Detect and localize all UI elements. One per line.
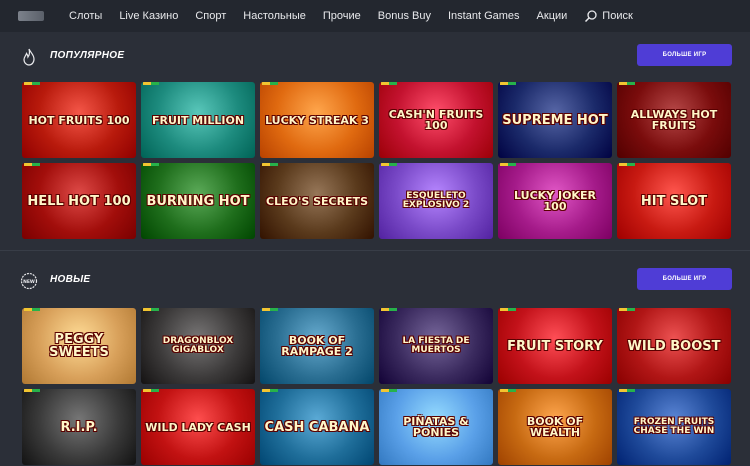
more-games-button-new[interactable]: БОЛЬШЕ ИГР [637,268,732,290]
new-badge-icon: NEW [20,272,38,290]
game-provider-badge [619,163,635,166]
game-provider-badge [262,82,278,85]
game-title: Peggy Sweets [49,332,109,360]
flame-icon [23,48,35,66]
game-title: Cleo's Secrets [266,194,368,208]
game-tile-fruit-story[interactable]: Fruit Story [498,308,612,384]
game-provider-badge [619,82,635,85]
game-provider-badge [381,308,397,311]
game-title: Lucky Streak 3 [265,113,369,127]
game-provider-badge [24,308,40,311]
more-games-button-popular[interactable]: БОЛЬШЕ ИГР [637,44,732,66]
nav-item-live-casino[interactable]: Live Казино [119,10,178,22]
game-provider-badge [24,82,40,85]
game-title: Dragonblox Gigablox [162,336,234,355]
game-title: Burning Hot [146,193,250,209]
game-tile-hell-hot-100[interactable]: Hell Hot 100 [22,163,136,239]
top-navigation: Слоты Live Казино Спорт Настольные Прочи… [0,0,750,32]
search-label: Поиск [602,10,633,22]
game-tile-pi-atas-ponies[interactable]: Piñatas & Ponies [379,389,493,465]
game-title: Frozen Fruits Chase the Win [633,417,715,436]
game-provider-badge [24,163,40,166]
game-tile-esqueleto-explosivo-2[interactable]: Esqueleto Explosivo 2 [379,163,493,239]
nav-item-table-games[interactable]: Настольные [243,10,306,22]
game-title: Hit Slot [640,193,708,209]
nav-item-promotions[interactable]: Акции [537,10,568,22]
game-provider-badge [262,389,278,392]
section-title-new: НОВЫЕ [50,274,91,285]
game-title: R.I.P. [60,419,98,435]
section-divider [0,250,750,251]
game-provider-badge [262,163,278,166]
game-title: Cash'n Fruits 100 [388,108,484,132]
game-tile-r-i-p[interactable]: R.I.P. [22,389,136,465]
search-icon [585,10,597,23]
game-title: Allways Hot Fruits [630,108,718,132]
game-tile-cleo-s-secrets[interactable]: Cleo's Secrets [260,163,374,239]
game-title: Book of Rampage 2 [281,334,353,358]
game-title: Piñatas & Ponies [403,415,469,439]
game-provider-badge [143,163,159,166]
game-title: Fruit Story [507,338,603,354]
game-title: Book of Wealth [526,415,584,439]
game-tile-frozen-fruits-chase-the-win[interactable]: Frozen Fruits Chase the Win [617,389,731,465]
game-tile-allways-hot-fruits[interactable]: Allways Hot Fruits [617,82,731,158]
new-section-header: NEW НОВЫЕ БОЛЬШЕ ИГР [20,268,732,296]
game-tile-la-fiesta-de-muertos[interactable]: La Fiesta de Muertos [379,308,493,384]
game-tile-lucky-joker-100[interactable]: Lucky Joker 100 [498,163,612,239]
site-logo[interactable] [18,11,44,21]
new-games-grid: Peggy Sweets Dragonblox Gigablox Book of R… [22,308,736,465]
game-provider-badge [500,82,516,85]
game-tile-dragonblox-gigablox[interactable]: Dragonblox Gigablox [141,308,255,384]
game-tile-supreme-hot[interactable]: Supreme Hot [498,82,612,158]
game-title: Fruit Million [151,113,245,127]
game-tile-burning-hot[interactable]: Burning Hot [141,163,255,239]
nav-item-sport[interactable]: Спорт [195,10,226,22]
game-provider-badge [381,163,397,166]
game-title: Lucky Joker 100 [514,189,596,213]
nav-item-bonus-buy[interactable]: Bonus Buy [378,10,431,22]
game-tile-peggy-sweets[interactable]: Peggy Sweets [22,308,136,384]
nav-item-other[interactable]: Прочие [323,10,361,22]
game-title: La Fiesta de Muertos [402,336,470,355]
search-button[interactable]: Поиск [584,9,633,23]
game-provider-badge [500,163,516,166]
game-title: Esqueleto Explosivo 2 [402,191,470,210]
svg-text:NEW: NEW [23,279,35,285]
game-provider-badge [381,82,397,85]
game-tile-hot-fruits-100[interactable]: Hot Fruits 100 [22,82,136,158]
game-title: Cash Cabana [264,419,370,435]
game-tile-book-of-wealth[interactable]: Book of Wealth [498,389,612,465]
main-menu: Слоты Live Казино Спорт Настольные Прочи… [69,0,650,32]
game-tile-fruit-million[interactable]: Fruit Million [141,82,255,158]
popular-games-grid: Hot Fruits 100 Fruit Million Lucky Streak … [22,82,736,239]
game-tile-wild-boost[interactable]: Wild Boost [617,308,731,384]
game-provider-badge [500,308,516,311]
game-provider-badge [381,389,397,392]
game-title: Supreme Hot [502,112,608,128]
game-tile-hit-slot[interactable]: Hit Slot [617,163,731,239]
game-title: Wild Boost [627,338,721,354]
game-provider-badge [500,389,516,392]
game-title: Hell Hot 100 [27,193,131,209]
nav-item-instant-games[interactable]: Instant Games [448,10,520,22]
game-provider-badge [143,82,159,85]
game-title: Wild Lady Cash [145,420,251,434]
game-tile-wild-lady-cash[interactable]: Wild Lady Cash [141,389,255,465]
game-tile-book-of-rampage-2[interactable]: Book of Rampage 2 [260,308,374,384]
nav-item-slots[interactable]: Слоты [69,10,102,22]
game-tile-cash-n-fruits-100[interactable]: Cash'n Fruits 100 [379,82,493,158]
game-provider-badge [619,389,635,392]
popular-section-header: ПОПУЛЯРНОЕ БОЛЬШЕ ИГР [20,44,732,72]
section-title-popular: ПОПУЛЯРНОЕ [50,50,125,61]
game-provider-badge [24,389,40,392]
game-provider-badge [262,308,278,311]
game-provider-badge [619,308,635,311]
game-tile-cash-cabana[interactable]: Cash Cabana [260,389,374,465]
game-provider-badge [143,389,159,392]
game-tile-lucky-streak-3[interactable]: Lucky Streak 3 [260,82,374,158]
game-title: Hot Fruits 100 [28,113,130,127]
game-provider-badge [143,308,159,311]
